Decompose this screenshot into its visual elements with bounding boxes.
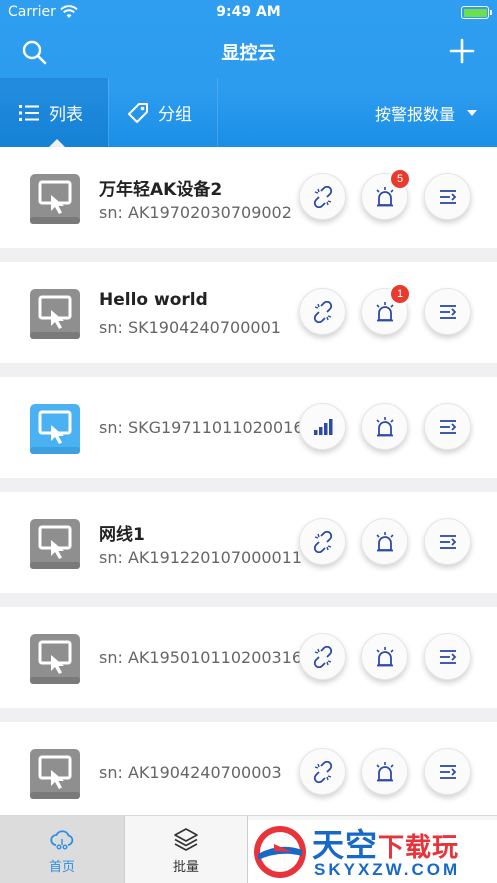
signal-bars-icon	[313, 418, 332, 435]
watermark-domain: SKYXZW.COM	[314, 860, 461, 879]
device-list[interactable]: 万年轻AK设备2 sn: AK19702030709002 5 Hello wo…	[0, 147, 497, 815]
app-header: Carrier 9:49 AM 显控云 列表 分组 按警报数量	[0, 0, 497, 147]
alarm-light-icon	[375, 531, 394, 551]
touchscreen-device-icon	[30, 404, 80, 454]
view-tab-bar: 列表 分组 按警报数量	[0, 78, 497, 147]
device-sn: sn: SKG197110110200169	[99, 418, 314, 437]
device-row[interactable]: 万年轻AK设备2 sn: AK19702030709002 5	[0, 147, 497, 248]
link-broken-icon	[313, 760, 332, 783]
menu-arrow-icon	[439, 304, 456, 319]
menu-arrow-icon	[439, 764, 456, 779]
alarm-light-icon	[375, 646, 394, 666]
device-row[interactable]: Hello world sn: SK1904240700001 1	[0, 262, 497, 363]
touchscreen-device-icon	[30, 174, 80, 224]
device-sn: sn: AK191220107000011	[99, 548, 303, 567]
status-time: 9:49 AM	[216, 4, 281, 20]
alarm-button[interactable]	[361, 518, 408, 565]
chevron-down-icon	[467, 109, 477, 116]
active-tab-indicator	[49, 139, 65, 147]
device-menu-button[interactable]	[424, 633, 471, 680]
device-menu-button[interactable]	[424, 173, 471, 220]
device-name: 万年轻AK设备2	[99, 180, 223, 200]
tab-group-label: 分组	[158, 105, 192, 125]
device-row[interactable]: 网线1 sn: AK191220107000011	[0, 492, 497, 593]
touchscreen-device-icon	[30, 519, 80, 569]
alarm-light-icon	[375, 761, 394, 781]
link-broken-icon	[313, 300, 332, 323]
tab-batch-label: 批量	[172, 859, 199, 875]
touchscreen-device-icon	[30, 749, 80, 799]
touchscreen-device-icon	[30, 289, 80, 339]
device-row[interactable]: sn: AK19501011020031616	[0, 607, 497, 708]
device-sn: sn: AK19501011020031616	[99, 648, 323, 667]
connection-button[interactable]	[299, 633, 346, 680]
tab-home-label: 首页	[48, 859, 75, 875]
connection-button[interactable]	[299, 173, 346, 220]
device-sn: sn: SK1904240700001	[99, 318, 281, 337]
nav-bar: 显控云	[0, 26, 497, 76]
sort-dropdown[interactable]: 按警报数量	[375, 78, 477, 147]
device-name: Hello world	[99, 290, 208, 310]
watermark-main: 天空	[312, 826, 379, 864]
watermark-logo	[254, 826, 306, 878]
alarm-button[interactable]: 5	[361, 168, 411, 220]
device-menu-button[interactable]	[424, 288, 471, 335]
menu-arrow-icon	[439, 189, 456, 204]
alarm-button[interactable]	[361, 748, 408, 795]
alarm-light-icon	[375, 186, 394, 206]
link-broken-icon	[313, 645, 332, 668]
add-icon[interactable]	[449, 38, 475, 64]
device-row[interactable]: sn: AK1904240700003	[0, 722, 497, 815]
alarm-light-icon	[375, 301, 394, 321]
connection-button[interactable]	[299, 748, 346, 795]
alarm-button[interactable]: 1	[361, 283, 411, 335]
tab-home[interactable]: 首页	[0, 816, 124, 883]
connection-button[interactable]	[299, 518, 346, 565]
device-menu-button[interactable]	[424, 518, 471, 565]
link-broken-icon	[313, 185, 332, 208]
list-icon	[19, 104, 39, 121]
alarm-count-badge: 1	[389, 283, 411, 305]
device-sn: sn: AK1904240700003	[99, 763, 282, 782]
alarm-button[interactable]	[361, 403, 408, 450]
alarm-button[interactable]	[361, 633, 408, 680]
menu-arrow-icon	[439, 534, 456, 549]
link-broken-icon	[313, 530, 332, 553]
device-sn: sn: AK19702030709002	[99, 203, 292, 222]
alarm-count-badge: 5	[389, 168, 411, 190]
sort-label: 按警报数量	[374, 104, 455, 124]
menu-arrow-icon	[439, 649, 456, 664]
signal-button[interactable]	[299, 403, 346, 450]
device-menu-button[interactable]	[424, 748, 471, 795]
watermark-accent: 下载玩	[378, 833, 460, 863]
tab-list-label: 列表	[49, 105, 83, 125]
device-menu-button[interactable]	[424, 403, 471, 450]
tag-icon	[128, 102, 148, 123]
site-watermark: 天空下载玩 SKYXZW.COM	[248, 820, 497, 883]
page-title: 显控云	[221, 43, 276, 64]
menu-arrow-icon	[439, 419, 456, 434]
device-name: 网线1	[99, 525, 145, 545]
battery-icon	[461, 6, 492, 19]
tab-group[interactable]: 分组	[108, 78, 218, 147]
alarm-light-icon	[375, 416, 394, 436]
touchscreen-device-icon	[30, 634, 80, 684]
status-bar: Carrier 9:49 AM	[0, 0, 497, 26]
connection-button[interactable]	[299, 288, 346, 335]
device-row[interactable]: sn: SKG197110110200169	[0, 377, 497, 478]
tab-list[interactable]: 列表	[0, 78, 108, 147]
tab-batch[interactable]: 批量	[124, 816, 248, 883]
layers-icon	[174, 827, 198, 851]
cloud-icon	[50, 829, 74, 850]
